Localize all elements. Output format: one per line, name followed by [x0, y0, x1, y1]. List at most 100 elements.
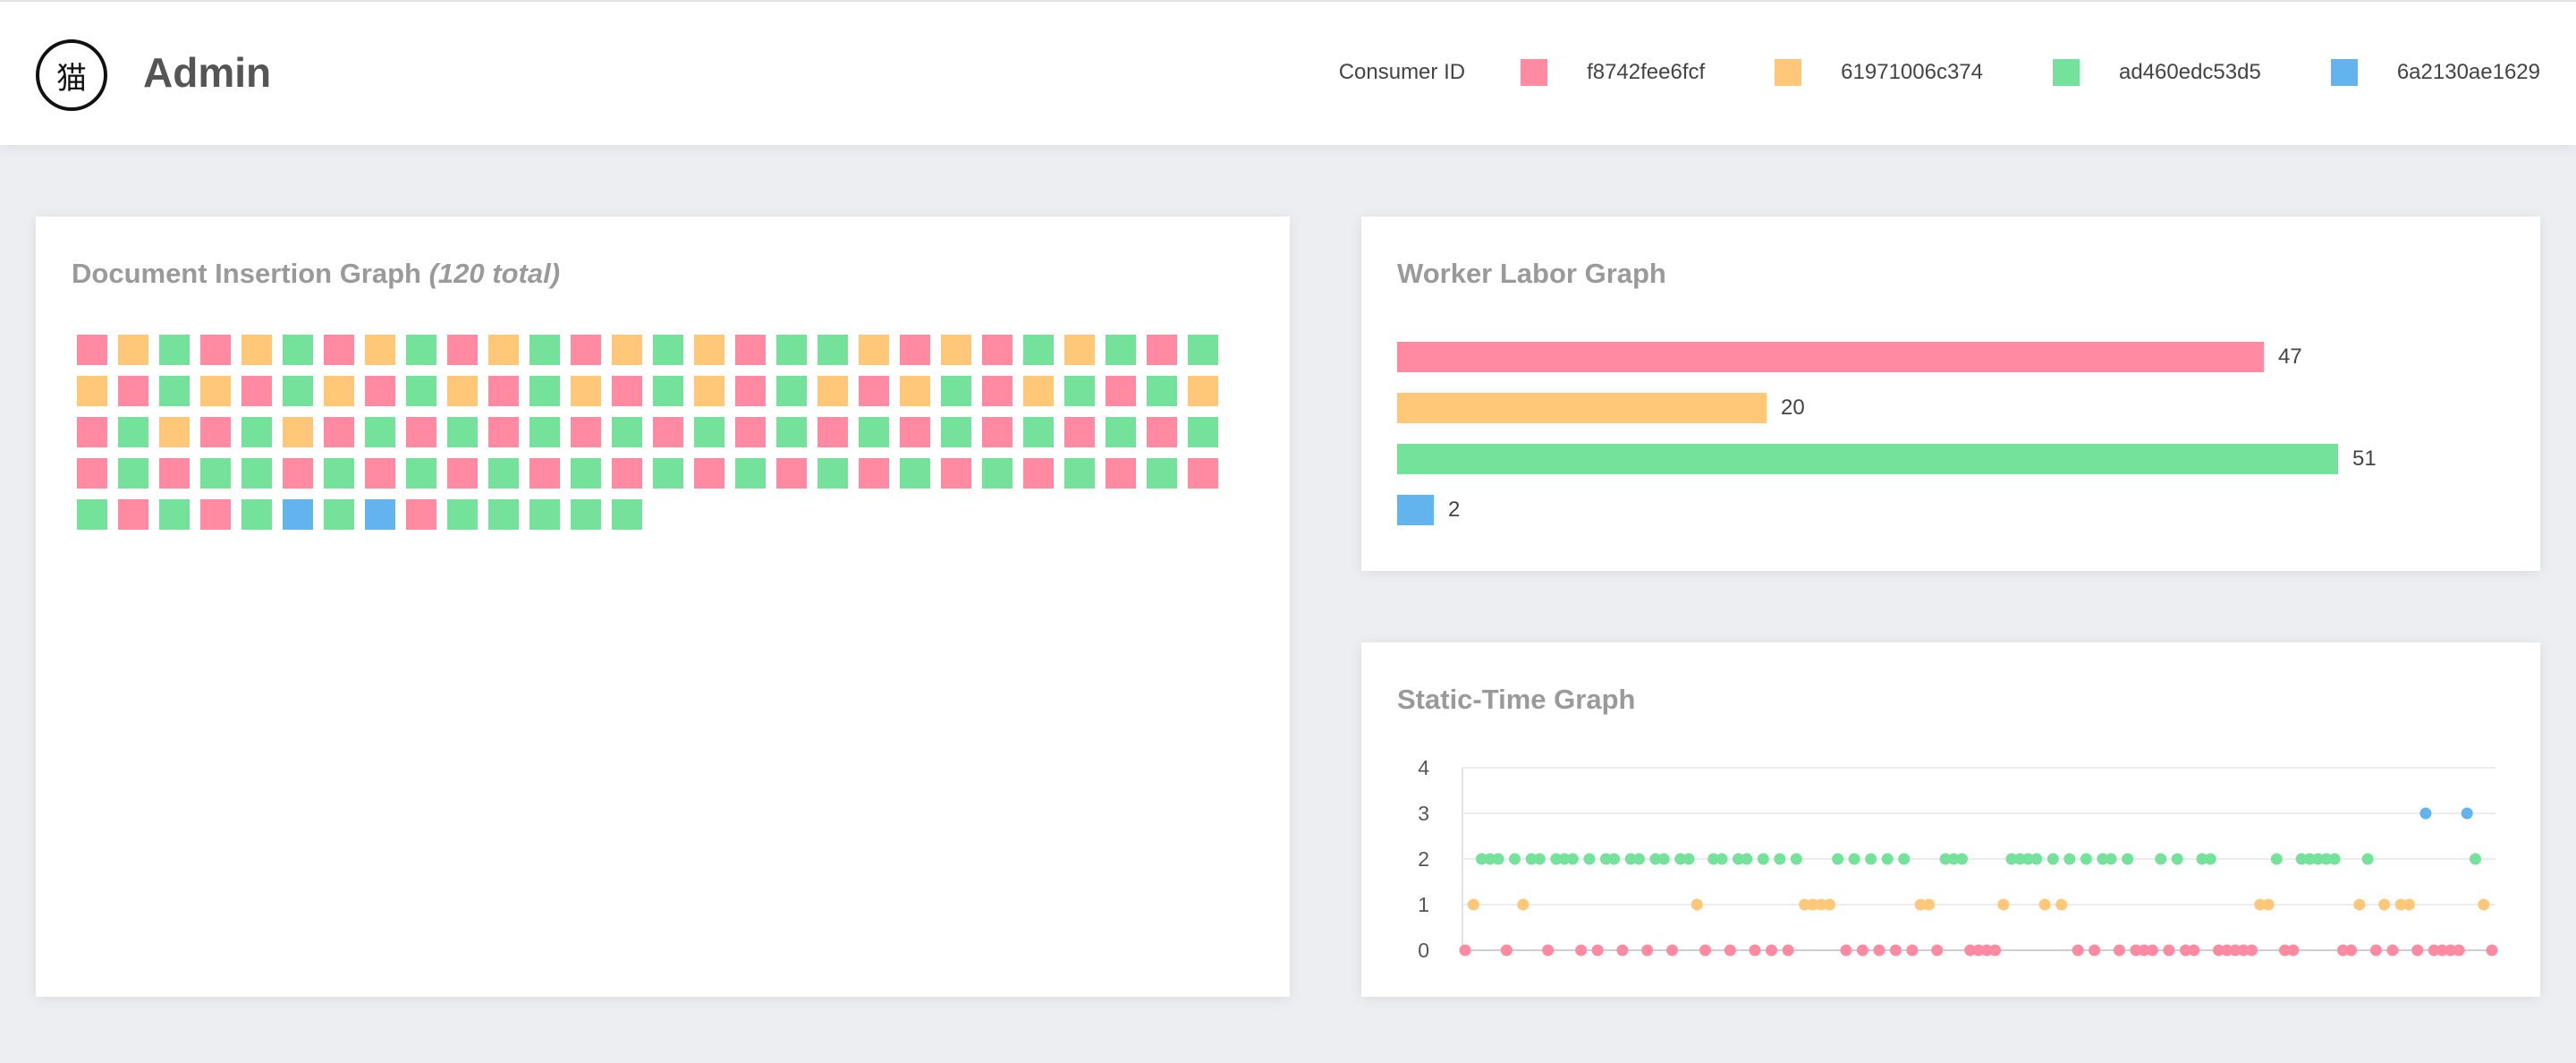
document-square[interactable]	[118, 499, 148, 530]
scatter-point[interactable]	[1632, 853, 1645, 865]
document-square[interactable]	[77, 417, 107, 447]
document-square[interactable]	[530, 458, 560, 489]
document-square[interactable]	[1064, 376, 1095, 406]
document-square[interactable]	[283, 376, 313, 406]
document-square[interactable]	[77, 376, 107, 406]
document-square[interactable]	[242, 499, 272, 530]
document-square[interactable]	[1188, 458, 1218, 489]
document-square[interactable]	[406, 417, 436, 447]
document-square[interactable]	[1106, 417, 1136, 447]
scatter-point[interactable]	[1699, 944, 1711, 957]
document-square[interactable]	[982, 417, 1013, 447]
document-square[interactable]	[982, 376, 1013, 406]
scatter-point[interactable]	[2386, 944, 2399, 957]
document-square[interactable]	[859, 417, 889, 447]
scatter-point[interactable]	[1542, 944, 1555, 957]
document-square[interactable]	[530, 417, 560, 447]
labor-bar[interactable]	[1397, 495, 1434, 525]
document-square[interactable]	[447, 458, 478, 489]
document-square[interactable]	[900, 376, 930, 406]
scatter-point[interactable]	[1517, 898, 1530, 911]
labor-bar[interactable]	[1397, 393, 1767, 423]
document-square[interactable]	[941, 376, 971, 406]
document-square[interactable]	[900, 335, 930, 365]
scatter-point[interactable]	[1782, 944, 1794, 957]
document-square[interactable]	[1106, 335, 1136, 365]
document-square[interactable]	[1147, 417, 1177, 447]
scatter-point[interactable]	[2105, 853, 2117, 865]
document-square[interactable]	[612, 499, 642, 530]
scatter-point[interactable]	[1492, 853, 1504, 865]
scatter-point[interactable]	[1724, 944, 1736, 957]
scatter-point[interactable]	[2270, 853, 2283, 865]
document-square[interactable]	[818, 458, 848, 489]
scatter-point[interactable]	[1889, 944, 1902, 957]
document-square[interactable]	[406, 458, 436, 489]
scatter-point[interactable]	[1575, 944, 1588, 957]
scatter-point[interactable]	[1467, 898, 1479, 911]
scatter-point[interactable]	[1566, 853, 1579, 865]
document-square[interactable]	[1106, 458, 1136, 489]
scatter-point[interactable]	[2262, 898, 2275, 911]
document-square[interactable]	[324, 417, 354, 447]
scatter-point[interactable]	[2328, 853, 2341, 865]
scatter-point[interactable]	[2461, 807, 2473, 820]
document-square[interactable]	[324, 458, 354, 489]
scatter-point[interactable]	[2419, 807, 2432, 820]
document-square[interactable]	[776, 376, 807, 406]
scatter-point[interactable]	[1832, 853, 1844, 865]
document-square[interactable]	[859, 376, 889, 406]
scatter-point[interactable]	[1790, 853, 1802, 865]
legend-item[interactable]: 6a2130ae1629	[2330, 59, 2540, 86]
scatter-point[interactable]	[2171, 853, 2183, 865]
document-square[interactable]	[118, 458, 148, 489]
scatter-point[interactable]	[2055, 898, 2068, 911]
scatter-point[interactable]	[2072, 944, 2084, 957]
scatter-point[interactable]	[2063, 853, 2076, 865]
document-square[interactable]	[1023, 335, 1054, 365]
document-square[interactable]	[653, 376, 683, 406]
scatter-point[interactable]	[1873, 944, 1885, 957]
document-square[interactable]	[530, 335, 560, 365]
document-square[interactable]	[571, 458, 601, 489]
scatter-point[interactable]	[1856, 944, 1868, 957]
scatter-point[interactable]	[2030, 853, 2043, 865]
document-square[interactable]	[818, 376, 848, 406]
scatter-point[interactable]	[2353, 898, 2366, 911]
document-square[interactable]	[941, 417, 971, 447]
document-square[interactable]	[159, 499, 190, 530]
document-square[interactable]	[1023, 376, 1054, 406]
scatter-point[interactable]	[1997, 898, 2010, 911]
scatter-point[interactable]	[1931, 944, 1944, 957]
scatter-point[interactable]	[2453, 944, 2465, 957]
scatter-point[interactable]	[1906, 944, 1919, 957]
document-square[interactable]	[694, 417, 724, 447]
document-square[interactable]	[571, 335, 601, 365]
document-square[interactable]	[283, 499, 313, 530]
document-square[interactable]	[612, 335, 642, 365]
scatter-point[interactable]	[2080, 853, 2092, 865]
document-square[interactable]	[118, 376, 148, 406]
document-square[interactable]	[1064, 335, 1095, 365]
scatter-point[interactable]	[2361, 853, 2374, 865]
scatter-point[interactable]	[2246, 944, 2258, 957]
document-square[interactable]	[1147, 335, 1177, 365]
document-square[interactable]	[200, 376, 231, 406]
document-square[interactable]	[571, 376, 601, 406]
document-square[interactable]	[735, 417, 766, 447]
document-square[interactable]	[365, 335, 395, 365]
scatter-point[interactable]	[2122, 853, 2134, 865]
document-square[interactable]	[530, 499, 560, 530]
scatter-point[interactable]	[1923, 898, 1935, 911]
document-square[interactable]	[242, 376, 272, 406]
document-square[interactable]	[653, 458, 683, 489]
document-square[interactable]	[242, 458, 272, 489]
legend-item[interactable]: f8742fee6fcf	[1521, 59, 1705, 86]
scatter-point[interactable]	[1823, 898, 1835, 911]
document-square[interactable]	[283, 458, 313, 489]
scatter-point[interactable]	[1459, 944, 1471, 957]
document-square[interactable]	[447, 417, 478, 447]
scatter-point[interactable]	[1616, 944, 1629, 957]
legend-item[interactable]: ad460edc53d5	[2053, 59, 2261, 86]
scatter-point[interactable]	[1766, 944, 1777, 957]
